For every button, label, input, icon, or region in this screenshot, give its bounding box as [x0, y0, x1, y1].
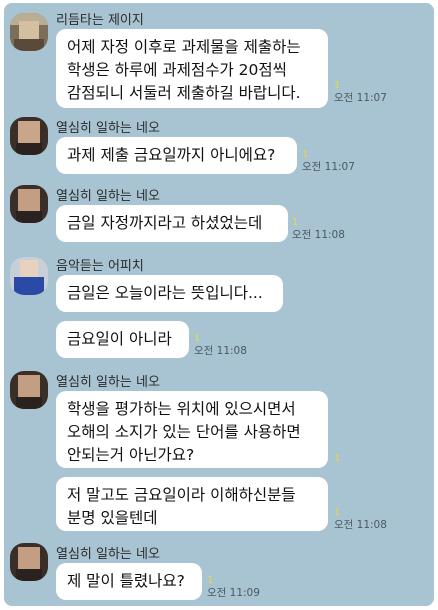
message-text: 제 말이 틀렸나요? — [67, 572, 185, 590]
message-time: 오전 11:08 — [194, 345, 247, 357]
sender-name: 열심히 일하는 네오 — [56, 121, 160, 136]
message-text: 감점되니 서둘러 제출하길 바랍니다. — [67, 84, 301, 102]
message-text: 분명 있을텐데 — [67, 509, 158, 527]
message-text: 금일은 오늘이라는 뜻입니다... — [67, 284, 263, 302]
unread-count: 1 — [207, 575, 214, 586]
message-meta: 1 오전 11:07 — [302, 149, 355, 173]
message-bubble[interactable]: 금일은 오늘이라는 뜻입니다... — [56, 275, 283, 312]
message-time: 오전 11:07 — [302, 161, 355, 173]
message-meta: 1 오전 11:08 — [292, 217, 345, 241]
message-text: 오해의 소지가 있는 단어를 사용하면 — [67, 423, 301, 441]
unread-count: 1 — [334, 453, 341, 464]
sender-name: 열심히 일하는 네오 — [56, 189, 160, 204]
message-time: 오전 11:07 — [334, 92, 387, 104]
avatar[interactable] — [10, 13, 48, 51]
message-time: 오전 11:08 — [292, 229, 345, 241]
message-bubble[interactable]: 어제 자정 이후로 과제물을 제출하는 학생은 하루에 과제점수가 20점씩 감… — [56, 29, 328, 108]
message-text: 과제 제출 금요일까지 아니에요? — [67, 146, 276, 164]
sender-name: 열심히 일하는 네오 — [56, 375, 160, 390]
unread-count: 1 — [334, 507, 341, 518]
sender-name: 음악듣는 어피치 — [56, 259, 144, 274]
avatar[interactable] — [10, 117, 48, 155]
message-bubble[interactable]: 제 말이 틀렸나요? — [56, 563, 202, 600]
message-text: 어제 자정 이후로 과제물을 제출하는 — [67, 38, 301, 56]
message-meta: 1 오전 11:09 — [207, 575, 260, 599]
avatar[interactable] — [10, 257, 48, 295]
message-text: 금일 자정까지라고 하셨었는데 — [67, 214, 263, 232]
message-meta: 1 오전 11:07 — [334, 80, 387, 104]
message-meta: 1 오전 11:08 — [334, 507, 387, 531]
message-meta: 1 오전 11:08 — [194, 333, 247, 357]
message-time: 오전 11:09 — [207, 587, 260, 599]
sender-name: 열심히 일하는 네오 — [56, 547, 160, 562]
chat-room: 리듬타는 제이지 어제 자정 이후로 과제물을 제출하는 학생은 하루에 과제점… — [4, 3, 434, 606]
message-text: 안되는거 아닌가요? — [67, 446, 195, 464]
message-text: 학생을 평가하는 위치에 있으시면서 — [67, 400, 296, 418]
message-meta: 1 — [334, 453, 340, 465]
message-text: 저 말고도 금요일이라 이해하신분들 — [67, 486, 296, 504]
unread-count: 1 — [302, 149, 309, 160]
message-bubble[interactable]: 학생을 평가하는 위치에 있으시면서 오해의 소지가 있는 단어를 사용하면 안… — [56, 391, 328, 468]
message-text: 금요일이 아니라 — [67, 330, 172, 348]
unread-count: 1 — [292, 217, 299, 228]
message-time: 오전 11:08 — [334, 519, 387, 531]
message-bubble[interactable]: 금요일이 아니라 — [56, 321, 189, 358]
avatar[interactable] — [10, 543, 48, 581]
avatar[interactable] — [10, 185, 48, 223]
sender-name: 리듬타는 제이지 — [56, 13, 144, 28]
unread-count: 1 — [334, 80, 341, 91]
message-bubble[interactable]: 과제 제출 금요일까지 아니에요? — [56, 137, 297, 174]
message-bubble[interactable]: 저 말고도 금요일이라 이해하신분들 분명 있을텐데 — [56, 477, 328, 531]
avatar[interactable] — [10, 371, 48, 409]
message-bubble[interactable]: 금일 자정까지라고 하셨었는데 — [56, 205, 288, 242]
message-text: 학생은 하루에 과제점수가 20점씩 — [67, 61, 287, 79]
unread-count: 1 — [194, 333, 201, 344]
